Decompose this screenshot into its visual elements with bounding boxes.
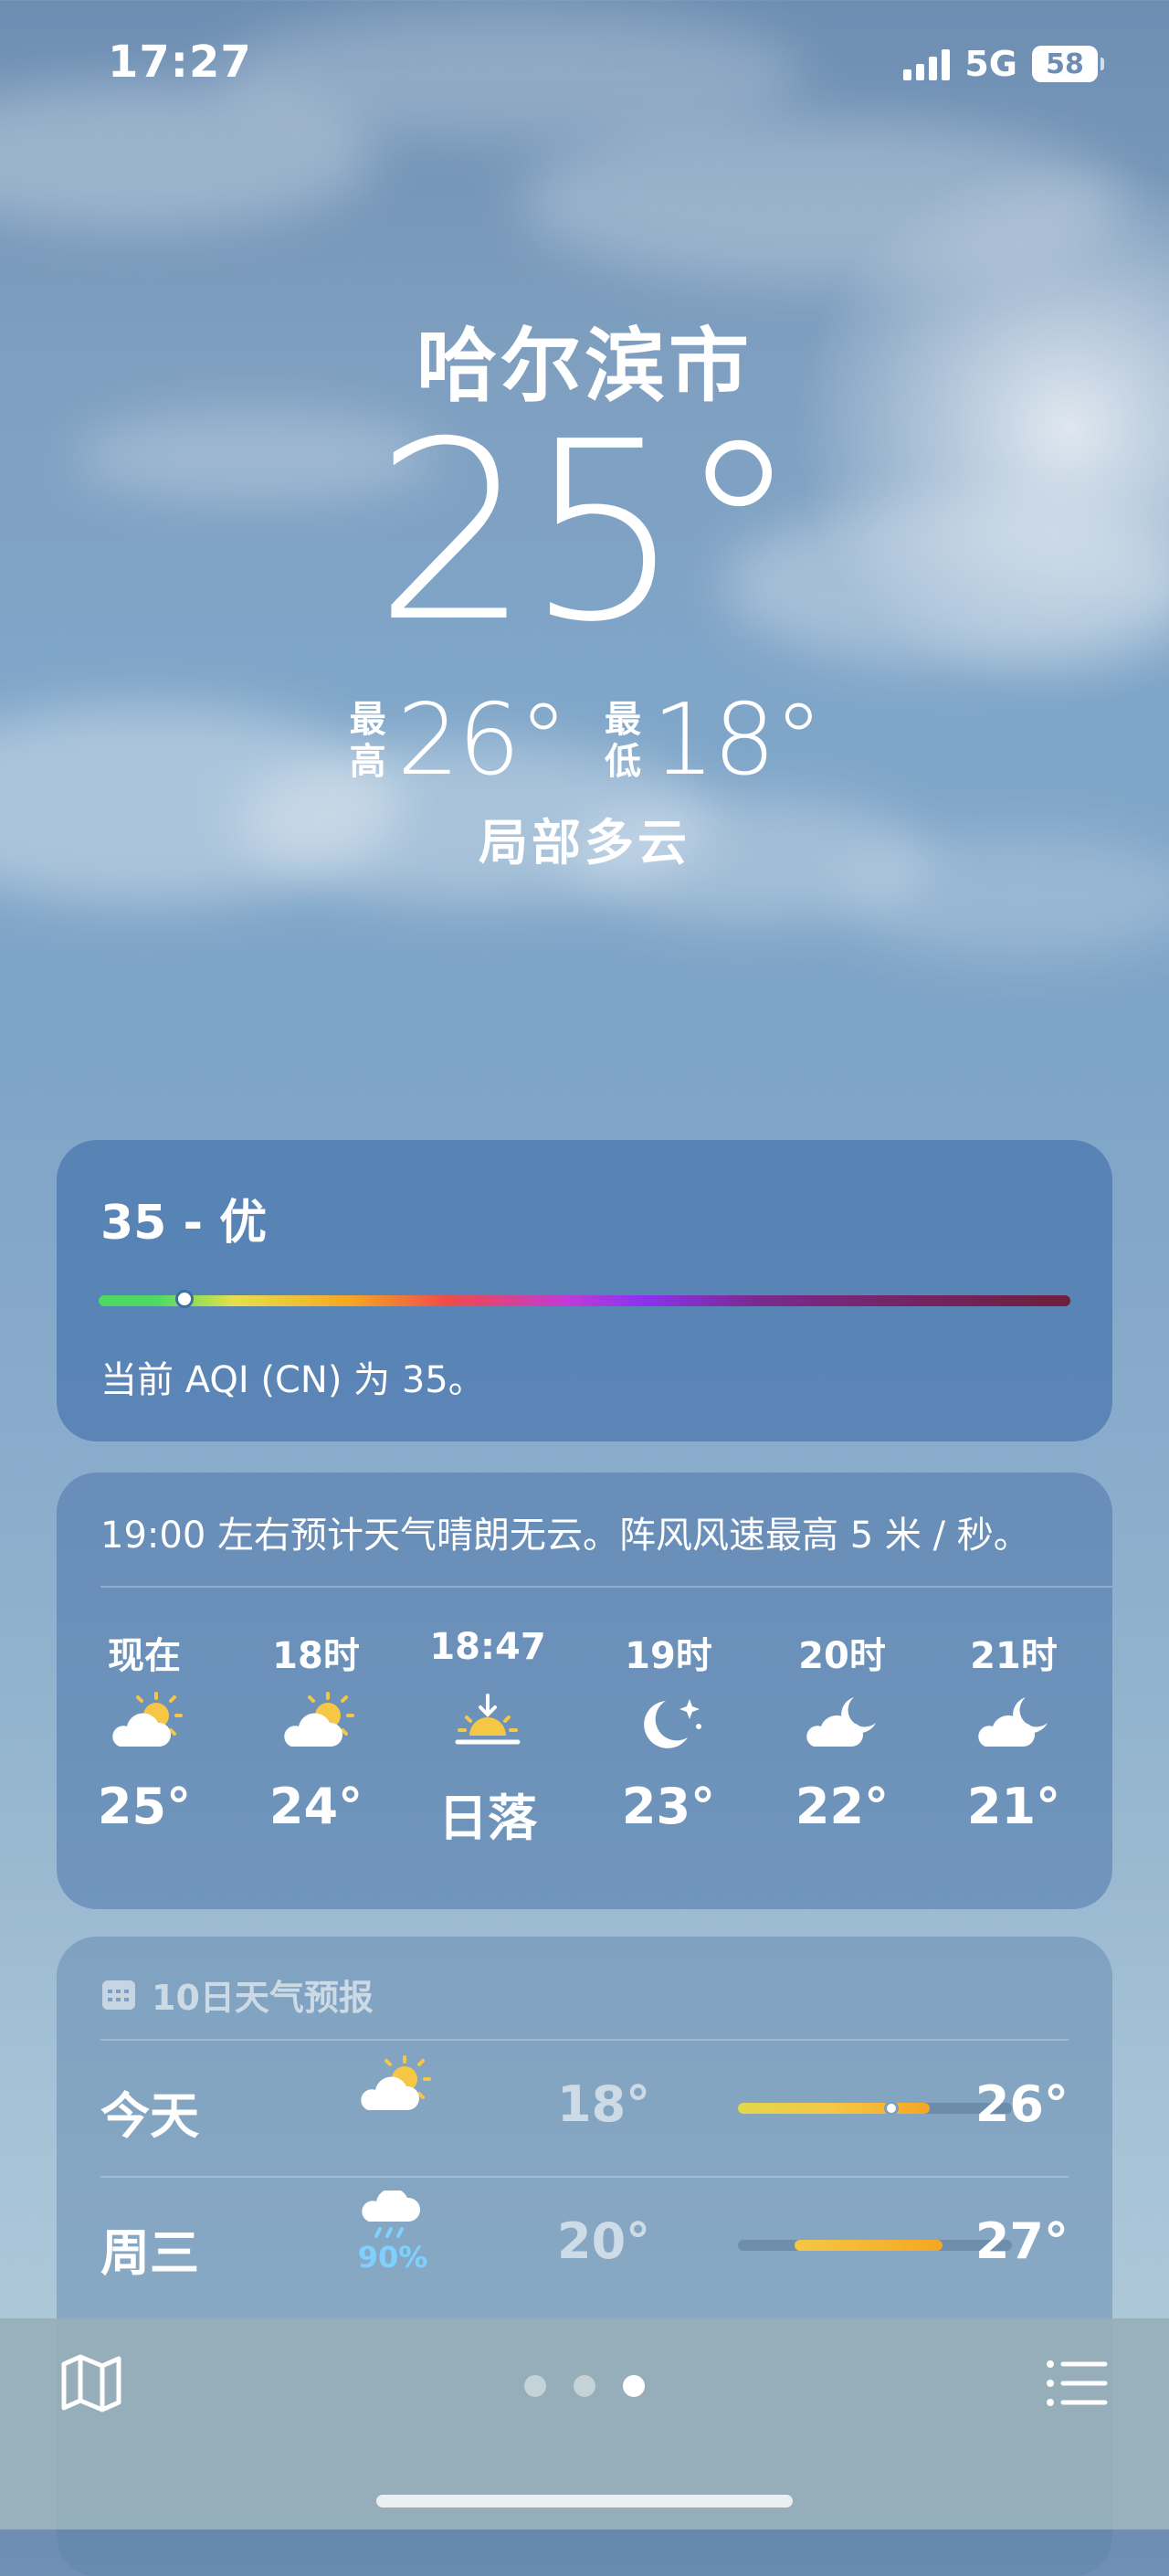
bottom-toolbar (0, 2318, 1169, 2529)
hour-time: 18时 (272, 1635, 360, 1677)
page-dot-active[interactable] (623, 2375, 645, 2397)
hour-item: 18时 24° (243, 1626, 389, 1835)
battery-level: 58 (1046, 48, 1084, 80)
battery-icon: 58 (1032, 46, 1104, 82)
forecast-header: 10日天气预报 (100, 1969, 374, 2020)
low-temperature: 18° (652, 683, 823, 797)
temperature-range-bar (738, 2101, 1012, 2116)
forecast-low: 20° (557, 2212, 651, 2270)
hour-item: 21时 21° (941, 1626, 1087, 1835)
forecast-day: 今天 (100, 2087, 199, 2145)
high-low: 最高 26° 最低 18° (0, 683, 1169, 797)
hour-temperature: 23° (621, 1778, 716, 1835)
aqi-scale-bar (99, 1295, 1070, 1306)
forecast-row-wednesday[interactable]: 周三 90% 20° 27° (100, 2176, 1069, 2313)
forecast-day: 周三 (100, 2224, 199, 2282)
hour-item: 现在 25° (71, 1626, 217, 1835)
forecast-title: 10日天气预报 (152, 1978, 374, 2018)
temperature-range-bar (738, 2240, 1012, 2251)
hour-time: 21时 (970, 1635, 1058, 1677)
status-indicators: 5G 58 (903, 44, 1104, 84)
forecast-row-today[interactable]: 今天 18° 26° (100, 2039, 1069, 2176)
aqi-card[interactable]: 35 - 优 当前 AQI (CN) 为 35。 (57, 1140, 1112, 1441)
hour-item: 18:47 日落 (415, 1626, 561, 1850)
current-temperature: 25° (374, 388, 801, 676)
aqi-indicator (175, 1290, 194, 1308)
moon-stars-icon (595, 1672, 742, 1772)
hour-temperature: 25° (97, 1778, 192, 1835)
cloud-moon-icon (769, 1672, 915, 1772)
home-indicator[interactable] (376, 2495, 793, 2507)
hourly-summary: 19:00 左右预计天气晴朗无云。阵风风速最高 5 米 / 秒。 (100, 1515, 1030, 1557)
forecast-high: 27° (974, 2212, 1069, 2270)
page-dot[interactable] (574, 2375, 595, 2397)
aqi-title: 35 - 优 (100, 1196, 268, 1251)
cloud-moon-icon (941, 1672, 1087, 1772)
list-icon (1047, 2360, 1108, 2406)
high-label: 最高 (349, 698, 386, 783)
hour-time: 19时 (625, 1635, 712, 1677)
hour-temperature: 日落 (438, 1789, 537, 1847)
hour-item: 19时 23° (595, 1626, 742, 1835)
partly-sunny-icon (338, 2053, 448, 2121)
precipitation-chance: 90% (357, 2240, 428, 2275)
forecast-low: 18° (557, 2075, 651, 2133)
weather-condition: 局部多云 (479, 814, 690, 871)
page-dot[interactable] (524, 2375, 546, 2397)
hour-time: 现在 (108, 1635, 181, 1677)
partly-sunny-icon (71, 1672, 217, 1772)
current-temp-marker (884, 2101, 899, 2116)
status-time: 17:27 (108, 37, 252, 88)
page-indicator[interactable] (0, 2375, 1169, 2397)
high-temperature: 26° (396, 683, 568, 797)
low-label: 最低 (605, 698, 641, 783)
hour-time: 20时 (798, 1635, 886, 1677)
aqi-description: 当前 AQI (CN) 为 35。 (100, 1359, 485, 1401)
list-button[interactable] (1043, 2349, 1111, 2417)
sunset-icon (415, 1672, 561, 1772)
calendar-icon (102, 1980, 135, 2010)
network-type: 5G (964, 44, 1017, 84)
hour-item: 20时 22° (769, 1626, 915, 1835)
temperature-range-fill (738, 2103, 930, 2114)
partly-sunny-icon (243, 1672, 389, 1772)
hour-temperature: 21° (966, 1778, 1061, 1835)
temperature-range-fill (795, 2240, 943, 2251)
divider (100, 1586, 1112, 1588)
signal-icon (903, 48, 951, 80)
rain-cloud-icon: 90% (338, 2188, 448, 2275)
hour-temperature: 22° (795, 1778, 890, 1835)
hour-time: 18:47 (429, 1626, 546, 1668)
hour-temperature: 24° (269, 1778, 363, 1835)
hourly-forecast-card[interactable]: 19:00 左右预计天气晴朗无云。阵风风速最高 5 米 / 秒。 现在 25° … (57, 1473, 1112, 1909)
forecast-high: 26° (974, 2075, 1069, 2133)
